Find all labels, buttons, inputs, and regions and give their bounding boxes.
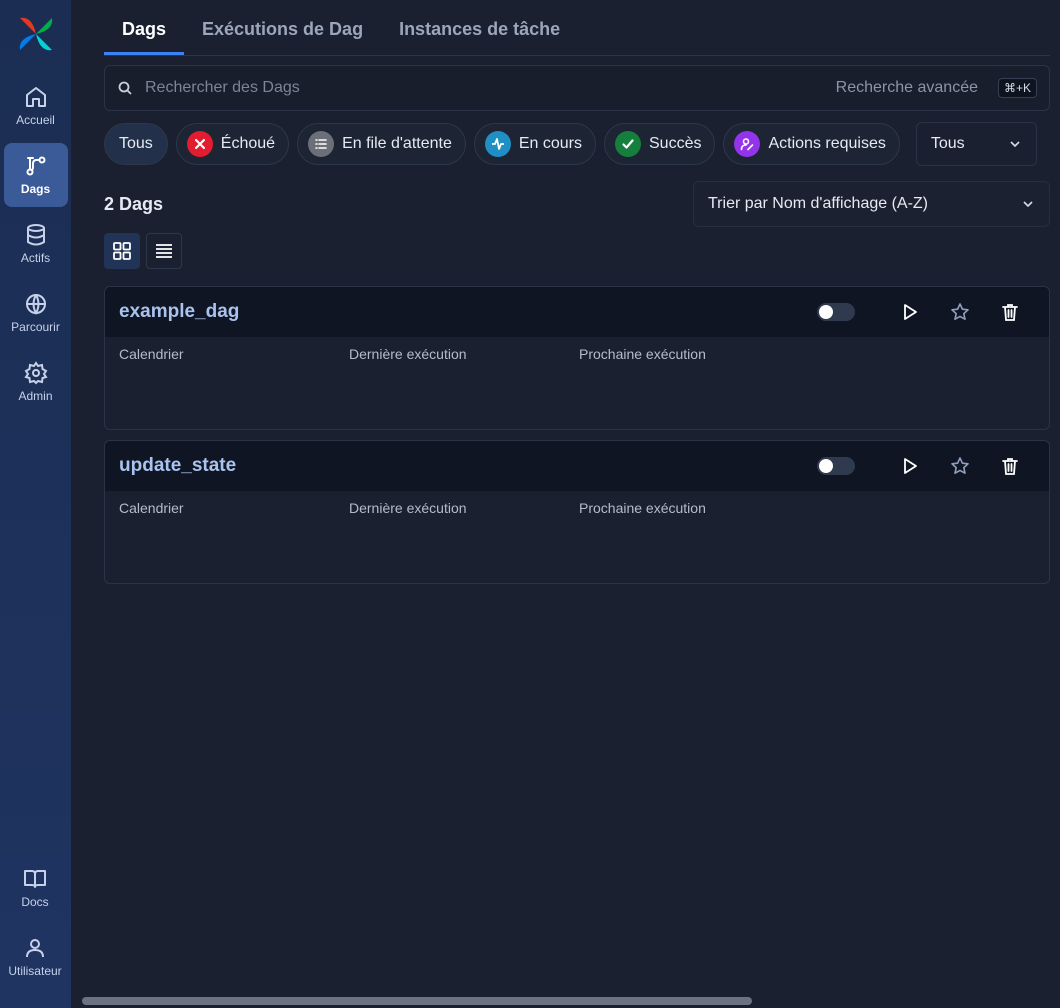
search-icon bbox=[118, 81, 132, 95]
filter-success[interactable]: Succès bbox=[604, 123, 716, 165]
home-icon bbox=[25, 87, 46, 107]
dag-count: 2 Dags bbox=[104, 193, 164, 214]
advanced-search-link[interactable]: Recherche avancée bbox=[836, 79, 978, 97]
filter-label: En file d'attente bbox=[342, 135, 452, 152]
filter-label: Tous bbox=[119, 135, 153, 152]
book-icon bbox=[24, 870, 46, 888]
user-edit-icon bbox=[734, 131, 761, 157]
sidebar-item-label: Docs bbox=[21, 895, 49, 909]
trigger-button[interactable] bbox=[899, 301, 921, 323]
play-icon bbox=[904, 304, 917, 320]
search-bar: Recherche avancée ⌘+K bbox=[104, 65, 1050, 111]
sidebar-item-parcourir[interactable]: Parcourir bbox=[4, 281, 68, 345]
tab-dags[interactable]: Dags bbox=[104, 19, 185, 55]
activity-icon bbox=[484, 131, 511, 157]
main-content: Dags Exécutions de Dag Instances de tâch… bbox=[104, 0, 1050, 584]
next-run-label: Prochaine exécution bbox=[579, 500, 706, 516]
sidebar-item-dags[interactable]: Dags bbox=[3, 143, 68, 207]
dag-actions bbox=[817, 301, 1035, 323]
filter-all[interactable]: Tous bbox=[104, 123, 168, 165]
filter-actions-required[interactable]: Actions requises bbox=[723, 123, 900, 165]
status-filters: Tous Échoué En file d'attente En cours S… bbox=[104, 122, 1050, 166]
horizontal-scrollbar[interactable] bbox=[82, 997, 752, 1005]
grid-icon bbox=[113, 242, 131, 260]
dag-card-body: Calendrier Dernière exécution Prochaine … bbox=[105, 337, 1049, 371]
airflow-logo[interactable] bbox=[16, 14, 56, 54]
trash-icon bbox=[1002, 458, 1018, 475]
filter-label: En cours bbox=[518, 135, 582, 152]
filter-label: Actions requises bbox=[768, 135, 886, 152]
sort-value: Trier par Nom d'affichage (A-Z) bbox=[708, 195, 929, 212]
tab-bar: Dags Exécutions de Dag Instances de tâch… bbox=[104, 0, 1050, 56]
star-icon bbox=[951, 457, 969, 474]
toggle-knob bbox=[819, 305, 833, 319]
tab-dag-runs[interactable]: Exécutions de Dag bbox=[184, 19, 381, 55]
dag-name-link[interactable]: update_state bbox=[119, 455, 236, 477]
view-toggle bbox=[104, 233, 1050, 269]
sidebar-item-actifs[interactable]: Actifs bbox=[4, 212, 68, 276]
sidebar-item-utilisateur[interactable]: Utilisateur bbox=[3, 925, 67, 989]
sidebar-item-label: Admin bbox=[18, 389, 53, 403]
last-run-label: Dernière exécution bbox=[349, 346, 467, 362]
dag-card-header: update_state bbox=[105, 441, 1049, 491]
play-icon bbox=[904, 458, 917, 474]
sidebar-item-label: Utilisateur bbox=[8, 964, 62, 978]
filter-failed[interactable]: Échoué bbox=[175, 123, 290, 165]
delete-button[interactable] bbox=[999, 455, 1021, 477]
database-icon bbox=[26, 224, 45, 246]
dag-card-header: example_dag bbox=[105, 287, 1049, 337]
select-value: Tous bbox=[930, 135, 965, 152]
tab-task-instances[interactable]: Instances de tâche bbox=[381, 19, 578, 55]
star-icon bbox=[951, 303, 969, 320]
sidebar-item-label: Dags bbox=[20, 182, 51, 196]
sidebar-item-admin[interactable]: Admin bbox=[4, 350, 68, 414]
chevron-down-icon bbox=[1010, 141, 1020, 148]
list-view-button[interactable] bbox=[146, 233, 182, 269]
gear-icon bbox=[23, 361, 48, 385]
sidebar-item-accueil[interactable]: Accueil bbox=[4, 74, 68, 138]
trigger-button[interactable] bbox=[899, 455, 921, 477]
schedule-label: Calendrier bbox=[119, 500, 184, 516]
dag-actions bbox=[817, 455, 1035, 477]
dag-filter-select[interactable]: Tous bbox=[915, 122, 1037, 166]
filter-running[interactable]: En cours bbox=[473, 123, 596, 165]
delete-button[interactable] bbox=[999, 301, 1021, 323]
list-icon bbox=[308, 131, 335, 157]
toggle-knob bbox=[819, 459, 833, 473]
sidebar: Accueil Dags Actifs Parcourir Admin Docs… bbox=[0, 0, 71, 1008]
search-input[interactable] bbox=[145, 79, 836, 97]
dag-name-link[interactable]: example_dag bbox=[119, 301, 239, 323]
filter-label: Échoué bbox=[220, 135, 276, 152]
shortcut-badge: ⌘+K bbox=[997, 78, 1037, 98]
pause-toggle[interactable] bbox=[817, 303, 855, 321]
sidebar-item-label: Accueil bbox=[16, 113, 55, 127]
dag-card: example_dag Calendrier Dernière exécutio… bbox=[104, 286, 1050, 430]
favorite-button[interactable] bbox=[949, 455, 971, 477]
schedule-label: Calendrier bbox=[119, 346, 184, 362]
favorite-button[interactable] bbox=[949, 301, 971, 323]
chevron-down-icon bbox=[1023, 201, 1033, 208]
next-run-label: Prochaine exécution bbox=[579, 346, 706, 362]
sort-select[interactable]: Trier par Nom d'affichage (A-Z) bbox=[693, 181, 1050, 227]
dag-card-body: Calendrier Dernière exécution Prochaine … bbox=[105, 491, 1049, 525]
list-icon bbox=[156, 244, 172, 258]
globe-icon bbox=[25, 294, 46, 316]
sidebar-item-label: Parcourir bbox=[11, 320, 60, 334]
results-header: 2 Dags Trier par Nom d'affichage (A-Z) bbox=[104, 181, 1050, 227]
x-icon bbox=[186, 131, 213, 157]
sidebar-item-label: Actifs bbox=[20, 251, 51, 265]
dag-card: update_state Calendrier Dernière exécuti… bbox=[104, 440, 1050, 584]
dag-icon bbox=[26, 156, 45, 176]
user-icon bbox=[26, 939, 44, 958]
check-icon bbox=[615, 131, 641, 157]
card-view-button[interactable] bbox=[104, 233, 140, 269]
last-run-label: Dernière exécution bbox=[349, 500, 467, 516]
pause-toggle[interactable] bbox=[817, 457, 855, 475]
trash-icon bbox=[1002, 304, 1018, 321]
filter-queued[interactable]: En file d'attente bbox=[297, 123, 466, 165]
sidebar-item-docs[interactable]: Docs bbox=[3, 856, 67, 920]
filter-label: Succès bbox=[649, 135, 702, 152]
